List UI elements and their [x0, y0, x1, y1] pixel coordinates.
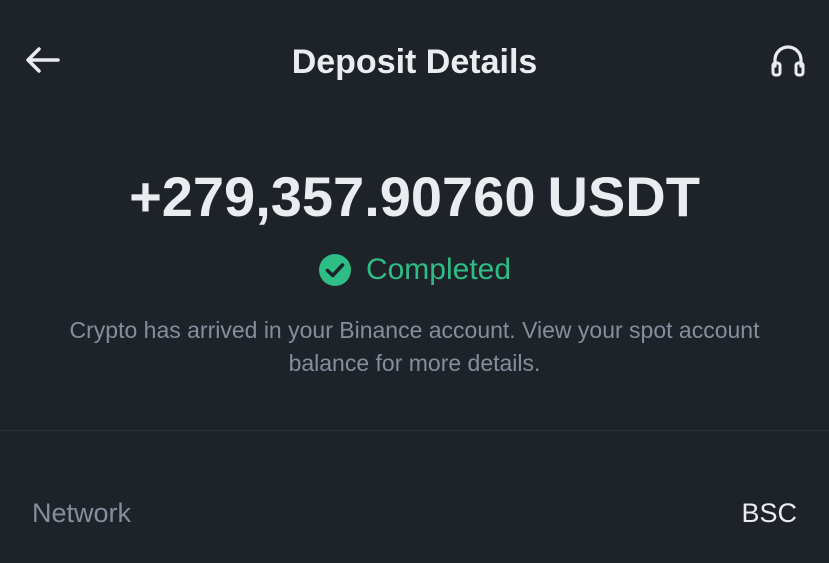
status-text: Completed	[365, 253, 512, 286]
network-label: Network	[32, 498, 132, 528]
network-row: Network BSC	[0, 490, 829, 536]
network-value: BSC	[741, 498, 797, 528]
check-circle-icon	[318, 253, 352, 287]
status-row: Completed	[0, 250, 829, 290]
amount-value: +279,357.90760	[129, 165, 536, 228]
deposit-message: Crypto has arrived in your Binance accou…	[69, 317, 760, 376]
page-title: Deposit Details	[291, 43, 538, 81]
deposit-details-screen: Deposit Details +279,357.90760 USDT Compl…	[0, 0, 829, 563]
support-button[interactable]	[767, 42, 809, 84]
headset-icon	[769, 42, 807, 85]
amount-currency: USDT	[547, 165, 700, 228]
divider	[0, 430, 829, 431]
header: Deposit Details	[0, 0, 829, 124]
deposit-amount: +279,357.90760 USDT	[0, 165, 829, 229]
